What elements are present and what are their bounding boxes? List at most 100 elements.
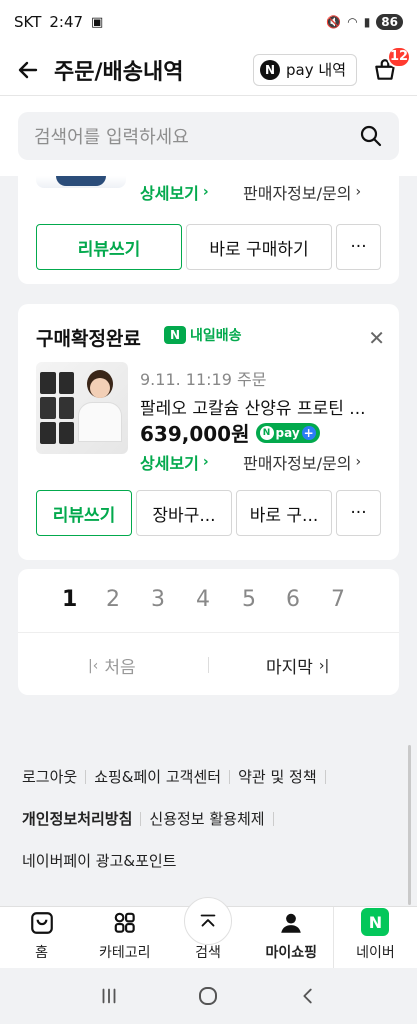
detail-link[interactable]: 상세보기 [140,180,199,204]
logout-link[interactable]: 로그아웃 [22,766,77,787]
order-status: 구매확정완료 [36,328,141,350]
npay-history-label: pay 내역 [286,61,346,79]
chevron-up-icon [200,914,216,927]
more-button[interactable]: ··· [336,224,381,270]
home-circle-icon[interactable] [196,984,220,1008]
customer-center-link[interactable]: 쇼핑&페이 고객센터 [94,766,221,787]
order-date: 9.11. 11:19 주문 [140,370,267,389]
status-bar: SKT 2:47 ▣ 🔇 ◠ ▮ 86 [0,0,417,44]
footer-row: 로그아웃 쇼핑&페이 고객센터 약관 및 정책 [22,766,334,787]
plus-icon: + [301,425,316,440]
seller-info-link[interactable]: 판매자정보/문의 [243,180,351,204]
order-card: 상세보기 › 판매자정보/문의 › 리뷰쓰기 바로 구매하기 ··· [18,176,399,284]
search-placeholder: 검색어를 입력하세요 [34,127,189,148]
home-bag-icon [30,912,53,934]
nav-home[interactable]: 홈 [0,907,83,968]
search-input[interactable]: 검색어를 입력하세요 [18,112,399,160]
cart-button[interactable]: 12 [365,45,411,90]
page-6[interactable]: 6 [286,587,300,612]
footer-separator [140,811,142,826]
footer-separator [85,769,87,784]
product-thumbnail[interactable] [36,176,126,188]
close-icon[interactable]: ✕ [368,326,385,350]
footer-separator [272,811,274,826]
back-button[interactable] [12,54,44,86]
screenshot-icon: ▣ [91,14,104,30]
back-arrow-icon [18,61,38,78]
product-name[interactable]: 팔레오 고칼슘 산양유 프로틴 ... [140,394,385,419]
privacy-policy-link[interactable]: 개인정보처리방침 [22,808,132,829]
first-page-label: 처음 [104,658,136,678]
page-1[interactable]: 1 [62,587,77,612]
app-header: 주문/배송내역 N pay 내역 12 [0,44,417,96]
nav-category-label: 카테고리 [99,945,151,961]
page-5[interactable]: 5 [242,587,256,612]
bottom-navigation: 홈 카테고리 검색 마이쇼핑 N 네이버 [0,897,417,968]
page-4[interactable]: 4 [196,587,210,612]
system-navigation-bar [0,968,417,1024]
search-icon[interactable] [359,124,383,148]
nav-myshopping-label: 마이쇼핑 [265,945,317,961]
page-2[interactable]: 2 [106,587,120,612]
footer-separator [229,769,231,784]
npay-plus-badge: N pay + [255,422,320,443]
person-icon [281,913,301,933]
product-price: 639,000원 [140,422,250,446]
delivery-badge-label: 내일배송 [190,328,242,344]
chevron-right-icon: › [202,184,209,200]
clock: 2:47 [49,13,84,31]
pagination-separator [208,657,209,673]
cart-count-badge: 12 [387,45,411,68]
terms-link[interactable]: 약관 및 정책 [238,766,317,787]
npay-logo-icon: N [260,59,281,80]
nav-naver-label: 네이버 [356,945,395,961]
buy-now-button[interactable]: 바로 구... [236,490,332,536]
search-fab[interactable] [184,897,232,945]
npay-n-icon: N [259,425,274,440]
naver-logo-icon: N [361,908,390,936]
nav-category[interactable]: 카테고리 [83,907,166,968]
more-button[interactable]: ··· [336,490,381,536]
last-page-label: 마지막 [266,658,313,678]
nav-naver[interactable]: N 네이버 [332,907,417,968]
back-chevron-icon[interactable] [297,985,319,1007]
first-page-button[interactable]: |‹ 처음 [88,653,136,679]
chevron-right-icon: › [202,454,209,470]
mute-icon: 🔇 [326,15,342,29]
write-review-button[interactable]: 리뷰쓰기 [36,224,182,270]
delivery-badge: N 내일배송 [164,325,242,345]
first-page-icon: |‹ [88,657,99,674]
chevron-right-icon: › [355,184,362,200]
npay-badge-label: pay [275,425,300,440]
nav-myshopping[interactable]: 마이쇼핑 [250,907,333,968]
seller-info-link[interactable]: 판매자정보/문의 [243,450,351,474]
footer-separator [324,769,326,784]
npay-history-button[interactable]: N pay 내역 [253,53,357,86]
signal-icon: ▮ [363,15,371,29]
product-thumbnail[interactable] [36,362,128,454]
page-7[interactable]: 7 [331,587,345,612]
buy-now-button[interactable]: 바로 구매하기 [186,224,332,270]
page-title: 주문/배송내역 [54,59,184,85]
battery-indicator: 86 [376,14,403,30]
npay-ads-points-link[interactable]: 네이버페이 광고&포인트 [22,850,176,871]
nav-home-label: 홈 [35,945,49,961]
footer-row: 네이버페이 광고&포인트 [22,850,176,871]
footer-row: 개인정보처리방침 신용정보 활용체제 [22,808,282,829]
nav-search-label: 검색 [195,945,221,961]
detail-link[interactable]: 상세보기 [140,450,199,474]
page-3[interactable]: 3 [151,587,165,612]
write-review-button[interactable]: 리뷰쓰기 [36,490,132,536]
recent-apps-icon[interactable] [98,985,120,1007]
pagination: 1 2 3 4 5 6 7 |‹ 처음 마지막 ›| [18,569,399,695]
last-page-button[interactable]: 마지막 ›| [266,653,329,679]
add-to-cart-button[interactable]: 장바구... [136,490,232,536]
nav-search[interactable]: 검색 [166,897,249,968]
chevron-right-icon: › [355,454,362,470]
carrier-label: SKT [14,13,42,31]
credit-info-link[interactable]: 신용정보 활용체제 [149,808,264,829]
wifi-icon: ◠ [347,15,358,29]
order-card: 구매확정완료 N 내일배송 ✕ 9.11. 11:19 주문 팔레오 고칼슘 산… [18,304,399,560]
category-grid-icon [114,912,135,933]
scrollbar[interactable] [408,745,411,905]
